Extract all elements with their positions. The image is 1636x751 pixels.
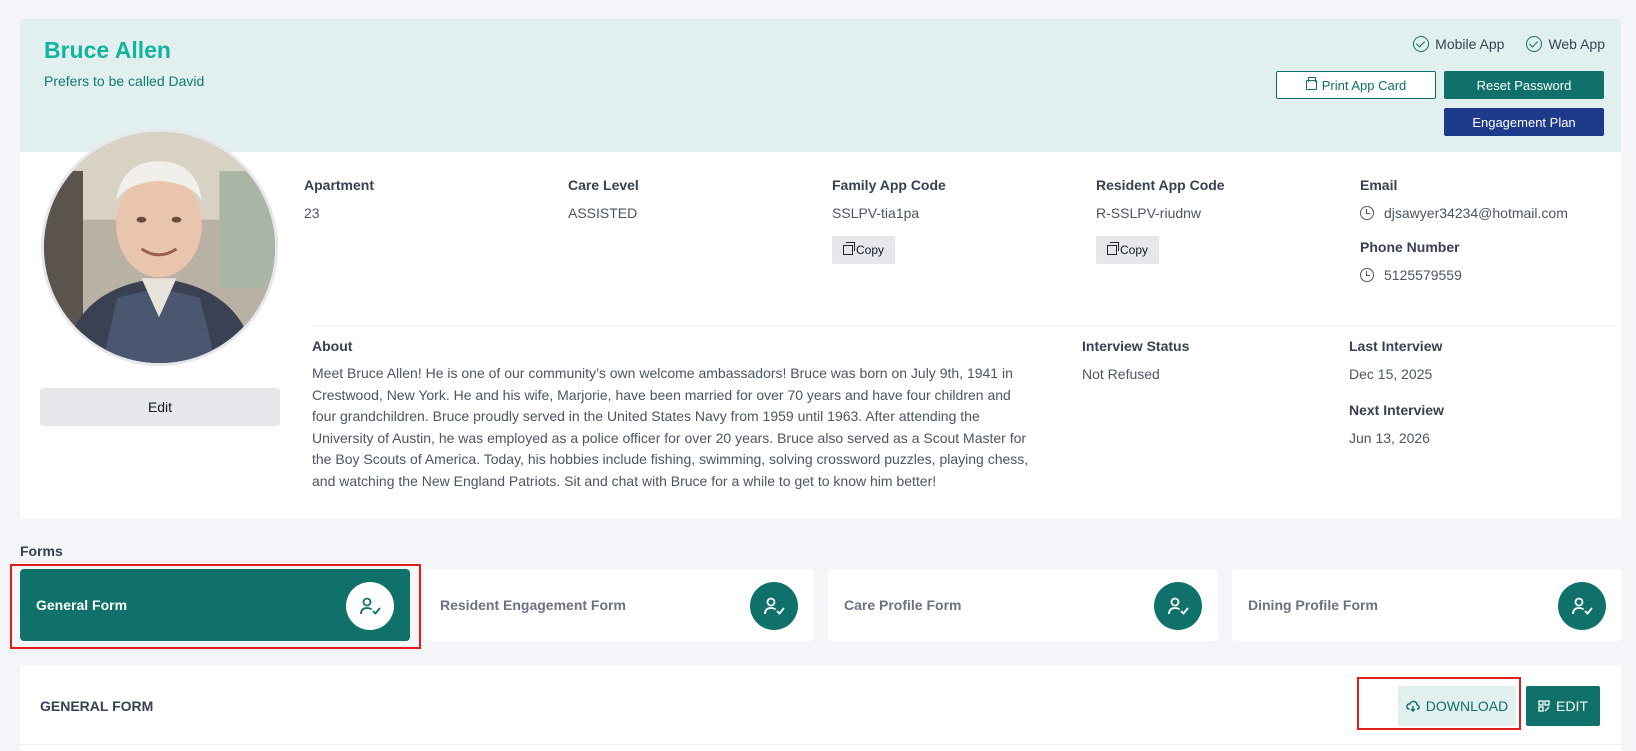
check-circle-icon	[1413, 36, 1430, 52]
field-label: About	[312, 338, 353, 354]
avatar-photo	[44, 132, 275, 363]
field-value: SSLPV-tia1pa	[832, 205, 920, 221]
copy-family-code-button[interactable]: Copy	[832, 236, 895, 264]
profile-card: Edit Apartment 23 Care Level ASSISTED Fa…	[20, 129, 1621, 519]
highlight-box	[1357, 677, 1521, 730]
field-phone: Phone Number 5125579559	[1360, 239, 1462, 283]
field-value: R-SSLPV-riudnw	[1096, 205, 1202, 221]
field-label: Interview Status	[1082, 338, 1190, 354]
app-flag-label: Mobile App	[1435, 36, 1505, 52]
clock-icon	[1360, 268, 1374, 282]
field-last-interview: Last Interview Dec 15, 2025	[1349, 338, 1442, 382]
tab-label: Resident Engagement Form	[440, 597, 626, 613]
engagement-plan-button[interactable]: Engagement Plan	[1444, 108, 1604, 136]
field-label: Phone Number	[1360, 239, 1460, 255]
user-check-icon	[1558, 582, 1606, 630]
app-flags: Mobile App Web App	[1413, 36, 1605, 52]
resident-nickname: Prefers to be called David	[44, 73, 205, 89]
field-value: 23	[304, 205, 320, 221]
field-about: About Meet Bruce Allen! He is one of our…	[312, 338, 1032, 492]
user-check-icon	[750, 582, 798, 630]
field-value: djsawyer34234@hotmail.com	[1360, 205, 1568, 221]
field-resident-app-code: Resident App Code R-SSLPV-riudnw Copy	[1096, 177, 1225, 264]
forms-section-title: Forms	[20, 543, 63, 559]
email-value: djsawyer34234@hotmail.com	[1384, 205, 1568, 221]
field-label: Care Level	[568, 177, 639, 193]
field-apartment: Apartment 23	[304, 177, 374, 221]
edit-profile-button[interactable]: Edit	[40, 388, 280, 426]
copy-icon	[1106, 242, 1119, 255]
printer-icon	[1305, 77, 1317, 90]
tab-label: Dining Profile Form	[1248, 597, 1378, 613]
phone-value: 5125579559	[1384, 267, 1462, 283]
field-care-level: Care Level ASSISTED	[568, 177, 639, 221]
tab-resident-engagement-form[interactable]: Resident Engagement Form	[424, 569, 814, 641]
tab-care-profile-form[interactable]: Care Profile Form	[828, 569, 1218, 641]
edit-label: EDIT	[1556, 698, 1588, 714]
field-label: Apartment	[304, 177, 375, 193]
field-label: Next Interview	[1349, 402, 1444, 418]
copy-icon	[842, 242, 855, 255]
user-check-icon	[1154, 582, 1202, 630]
field-label: Family App Code	[832, 177, 946, 193]
tab-dining-profile-form[interactable]: Dining Profile Form	[1232, 569, 1622, 641]
field-family-app-code: Family App Code SSLPV-tia1pa Copy	[832, 177, 946, 264]
edit-form-button[interactable]: EDIT	[1526, 686, 1600, 726]
field-value: Dec 15, 2025	[1349, 366, 1433, 382]
highlight-box	[10, 564, 421, 649]
about-text: Meet Bruce Allen! He is one of our commu…	[312, 365, 1029, 489]
app-flag-label: Web App	[1548, 36, 1605, 52]
copy-resident-code-button[interactable]: Copy	[1096, 236, 1159, 264]
divider	[312, 325, 1617, 326]
app-flag-mobile: Mobile App	[1413, 36, 1504, 52]
field-value: 5125579559	[1360, 267, 1462, 283]
reset-password-button[interactable]: Reset Password	[1444, 71, 1604, 99]
field-value: ASSISTED	[568, 205, 638, 221]
field-interview-status: Interview Status Not Refused	[1082, 338, 1189, 382]
app-flag-web: Web App	[1526, 36, 1605, 52]
avatar	[41, 129, 278, 366]
grid-edit-icon	[1538, 700, 1550, 712]
resident-name: Bruce Allen	[44, 37, 171, 63]
field-label: Resident App Code	[1096, 177, 1225, 193]
resident-header: Bruce Allen Prefers to be called David M…	[20, 19, 1621, 152]
field-label: Last Interview	[1349, 338, 1443, 354]
tab-label: Care Profile Form	[844, 597, 962, 613]
copy-label: Copy	[1119, 243, 1148, 257]
copy-label: Copy	[855, 243, 884, 257]
check-circle-icon	[1526, 36, 1543, 52]
field-email: Email djsawyer34234@hotmail.com	[1360, 177, 1568, 221]
print-app-card-button[interactable]: Print App Card	[1276, 71, 1436, 99]
general-form-title: GENERAL FORM	[40, 698, 154, 714]
clock-icon	[1360, 206, 1374, 220]
field-label: Email	[1360, 177, 1398, 193]
field-value: Jun 13, 2026	[1349, 430, 1430, 446]
field-value: Not Refused	[1082, 366, 1160, 382]
divider	[20, 744, 1621, 745]
field-next-interview: Next Interview Jun 13, 2026	[1349, 402, 1444, 446]
print-app-card-label: Print App Card	[1321, 77, 1407, 93]
